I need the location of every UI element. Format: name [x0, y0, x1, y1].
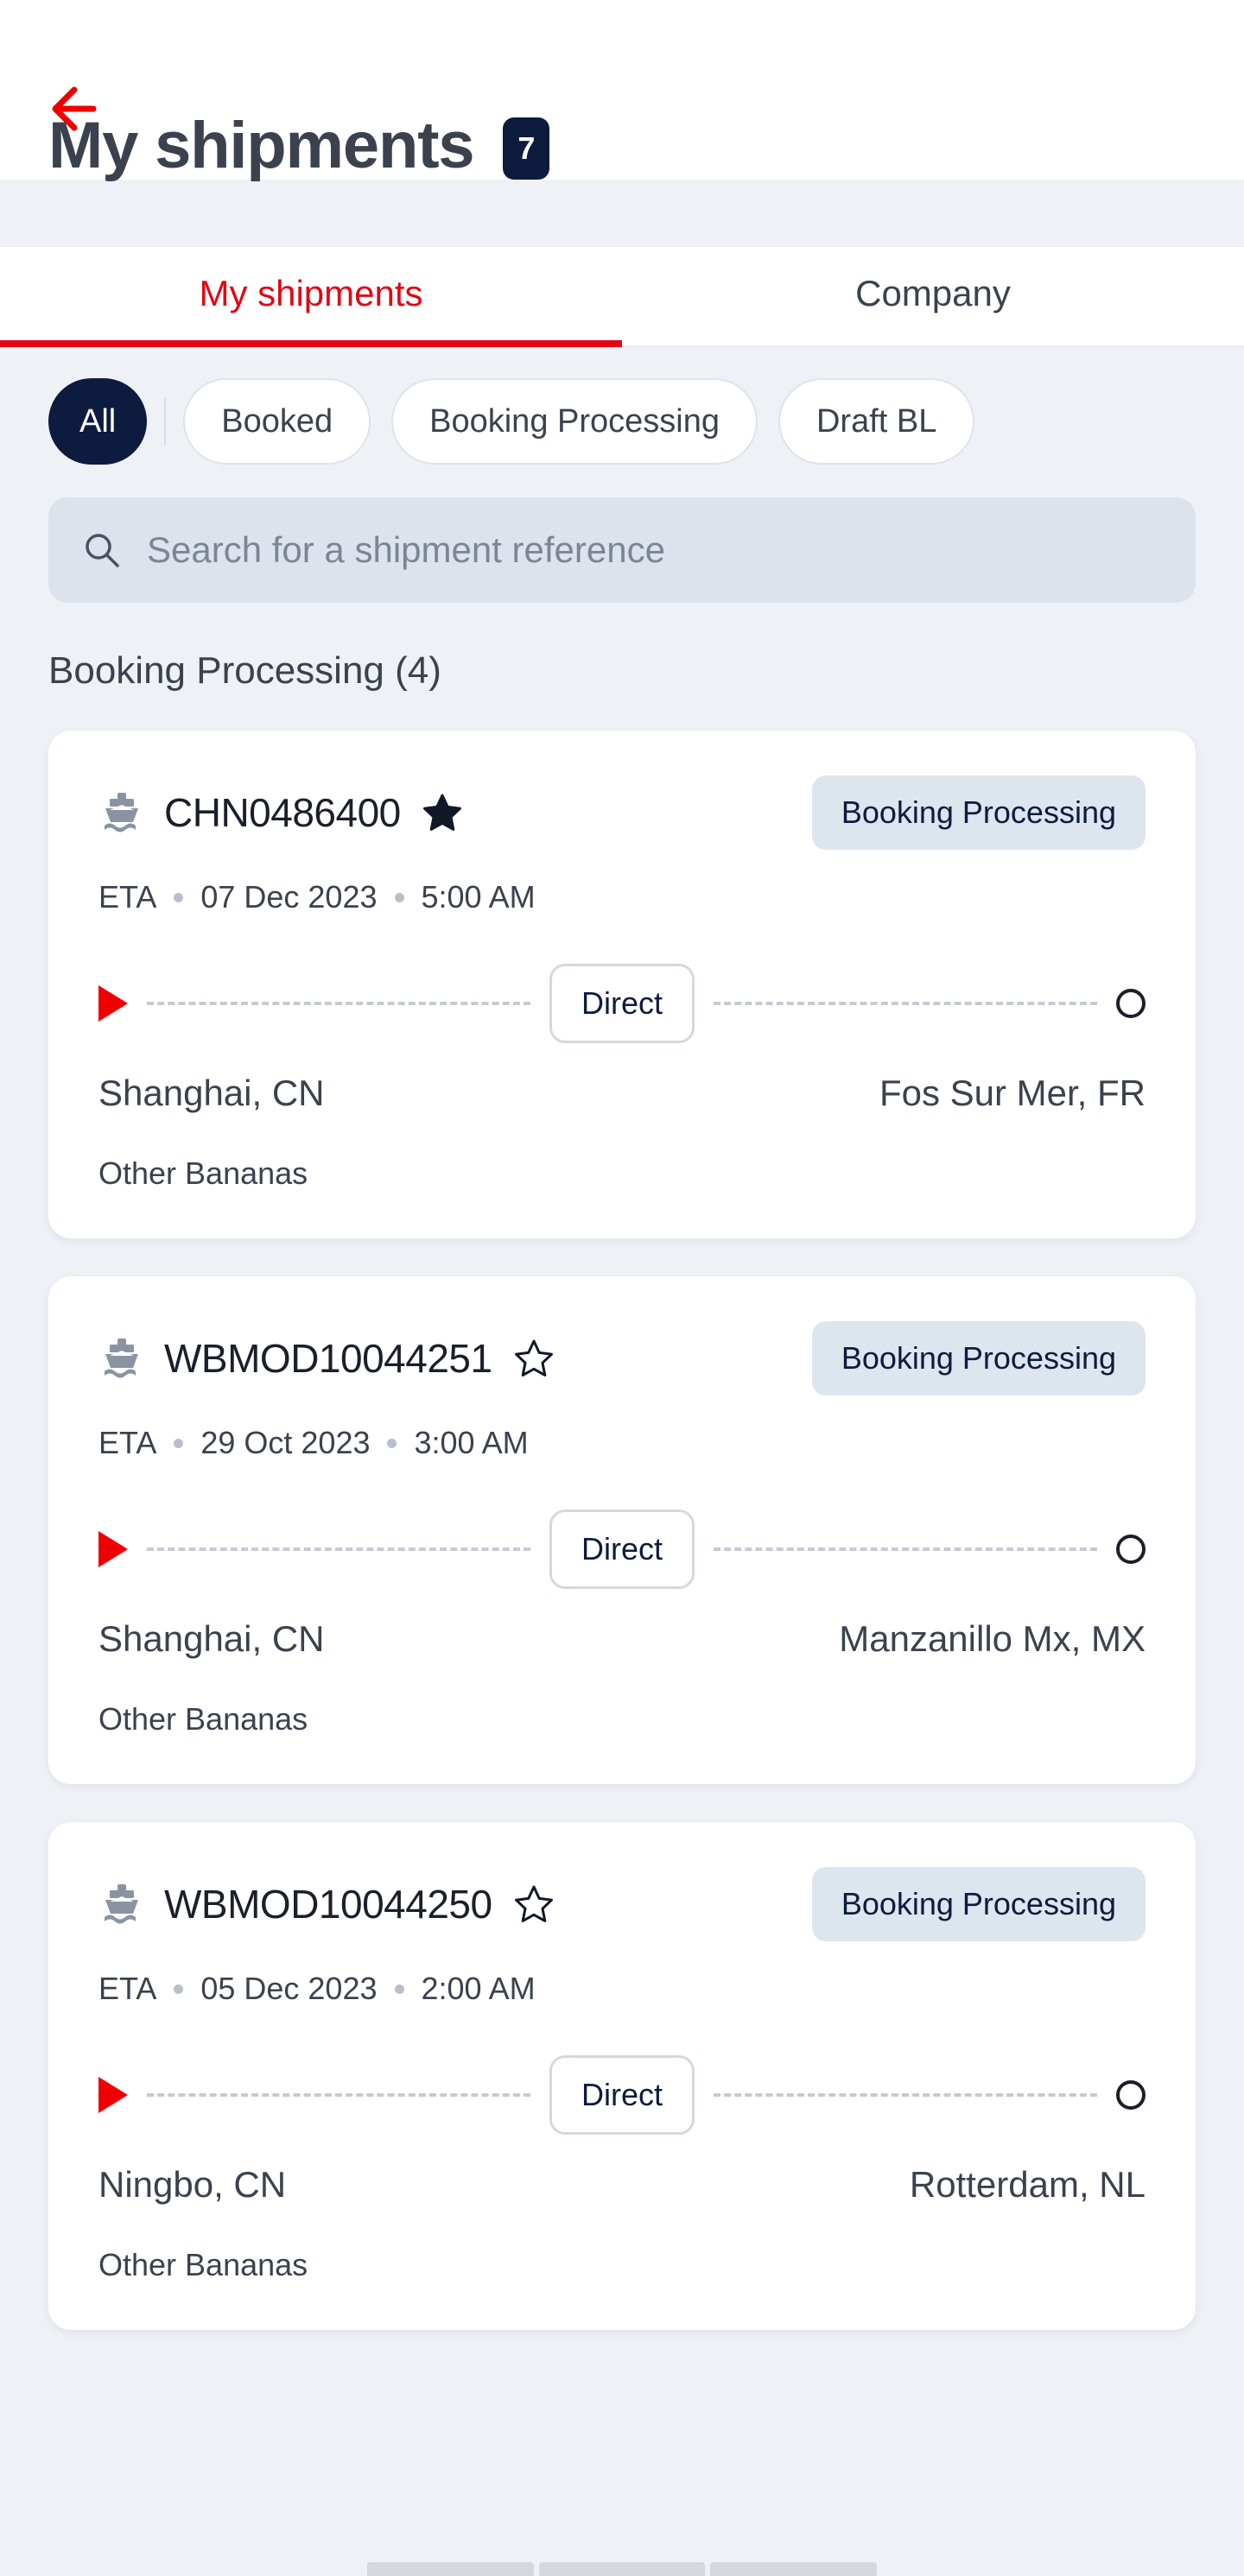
eta-label: ETA	[98, 1971, 157, 2006]
route-line-left	[147, 2093, 530, 2097]
eta-separator-dot	[394, 892, 404, 902]
status-badge: Booking Processing	[811, 1867, 1146, 1941]
shipment-card[interactable]: WBMOD10044250 Booking Processing ETA 05 …	[48, 1822, 1196, 2330]
route-origin-marker-icon	[98, 1531, 128, 1567]
eta-separator-dot	[387, 1438, 397, 1448]
filter-chip-booking-processing[interactable]: Booking Processing	[391, 378, 758, 465]
cargo-description: Other Bananas	[98, 1155, 308, 1191]
bottom-page-indicator	[367, 2562, 878, 2576]
eta-time: 2:00 AM	[421, 1971, 536, 2006]
status-badge: Booking Processing	[811, 1321, 1146, 1396]
card-header: WBMOD10044250 Booking Processing	[98, 1867, 1146, 1941]
route-line-left	[147, 1002, 530, 1005]
eta-date: 05 Dec 2023	[200, 1971, 378, 2006]
ship-icon	[105, 1884, 138, 1924]
card-header: CHN0486400 Booking Processing	[98, 775, 1146, 850]
route-mode-badge: Direct	[549, 2055, 695, 2135]
tab-bar: My shipments Company	[0, 247, 1244, 347]
filter-chip-row: All Booked Booking Processing Draft BL	[48, 347, 1196, 465]
search-input[interactable]: Search for a shipment reference	[147, 529, 665, 571]
route-line-right	[714, 2093, 1098, 2097]
origin-port: Shanghai, CN	[98, 1073, 325, 1113]
shipment-count-badge: 7	[503, 117, 550, 180]
tab-my-shipments[interactable]: My shipments	[0, 247, 622, 347]
ports-row: Shanghai, CN Fos Sur Mer, FR	[98, 1073, 1146, 1114]
eta-separator-dot	[394, 1984, 404, 1994]
eta-label: ETA	[98, 1425, 157, 1460]
ship-icon	[105, 793, 138, 832]
favorite-star-icon[interactable]	[422, 792, 463, 833]
route-line-left	[147, 1547, 530, 1551]
tab-company[interactable]: Company	[622, 247, 1244, 345]
ship-icon	[105, 1339, 138, 1378]
shipment-card[interactable]: WBMOD10044251 Booking Processing ETA 29 …	[48, 1276, 1196, 1784]
shipment-reference: WBMOD10044250	[164, 1882, 492, 1927]
eta-row: ETA 29 Oct 2023 3:00 AM	[98, 1425, 1146, 1461]
filter-chip-all[interactable]: All	[48, 378, 148, 465]
shipments-screen: My shipments 7 My shipments Company All …	[0, 0, 1244, 2576]
route-mode-badge: Direct	[549, 1510, 695, 1589]
destination-port: Manzanillo Mx, MX	[839, 1618, 1146, 1659]
favorite-star-icon[interactable]	[513, 1883, 555, 1925]
title-row: My shipments 7	[48, 90, 1196, 180]
eta-label: ETA	[98, 879, 157, 915]
eta-row: ETA 07 Dec 2023 5:00 AM	[98, 879, 1146, 915]
ports-row: Ningbo, CN Rotterdam, NL	[98, 2164, 1146, 2206]
route-line-right	[714, 1547, 1098, 1551]
cargo-description: Other Bananas	[98, 1701, 308, 1737]
route-origin-marker-icon	[98, 2077, 128, 2113]
status-badge: Booking Processing	[811, 775, 1146, 850]
eta-separator-dot	[174, 892, 184, 902]
route-destination-marker-icon	[1116, 989, 1146, 1018]
route-row: Direct	[98, 964, 1146, 1043]
destination-port: Rotterdam, NL	[909, 2164, 1146, 2205]
filter-chip-draft-bl[interactable]: Draft BL	[778, 378, 975, 465]
eta-time: 3:00 AM	[414, 1425, 529, 1460]
page-header: My shipments 7	[0, 0, 1244, 180]
eta-date: 29 Oct 2023	[200, 1425, 371, 1460]
filter-chip-booked[interactable]: Booked	[183, 378, 371, 465]
origin-port: Shanghai, CN	[98, 1618, 325, 1659]
origin-port: Ningbo, CN	[98, 2164, 287, 2205]
chip-divider	[164, 397, 167, 446]
route-origin-marker-icon	[98, 985, 128, 1022]
eta-date: 07 Dec 2023	[200, 879, 378, 915]
route-destination-marker-icon	[1116, 1535, 1146, 1564]
route-destination-marker-icon	[1116, 2080, 1146, 2110]
eta-separator-dot	[174, 1984, 184, 1994]
favorite-star-icon[interactable]	[513, 1338, 555, 1379]
cargo-description: Other Bananas	[98, 2247, 308, 2282]
shipment-card[interactable]: CHN0486400 Booking Processing ETA 07 Dec…	[48, 731, 1196, 1238]
search-icon	[86, 534, 119, 567]
route-line-right	[714, 1002, 1098, 1005]
route-row: Direct	[98, 1510, 1146, 1589]
eta-separator-dot	[174, 1438, 184, 1448]
ports-row: Shanghai, CN Manzanillo Mx, MX	[98, 1618, 1146, 1660]
eta-time: 5:00 AM	[421, 879, 536, 915]
indicator-segment	[710, 2562, 878, 2576]
page-title: My shipments	[48, 109, 475, 182]
section-title: Booking Processing (4)	[48, 649, 441, 692]
eta-row: ETA 05 Dec 2023 2:00 AM	[98, 1971, 1146, 2007]
card-header: WBMOD10044251 Booking Processing	[98, 1321, 1146, 1396]
route-row: Direct	[98, 2055, 1146, 2135]
content-area: All Booked Booking Processing Draft BL S…	[0, 347, 1244, 2576]
destination-port: Fos Sur Mer, FR	[879, 1073, 1146, 1113]
shipment-reference: CHN0486400	[164, 790, 401, 835]
route-mode-badge: Direct	[549, 964, 695, 1043]
indicator-segment	[367, 2562, 534, 2576]
search-bar[interactable]: Search for a shipment reference	[48, 497, 1196, 603]
back-row	[48, 0, 1196, 131]
shipment-reference: WBMOD10044251	[164, 1336, 492, 1381]
indicator-segment	[538, 2562, 706, 2576]
